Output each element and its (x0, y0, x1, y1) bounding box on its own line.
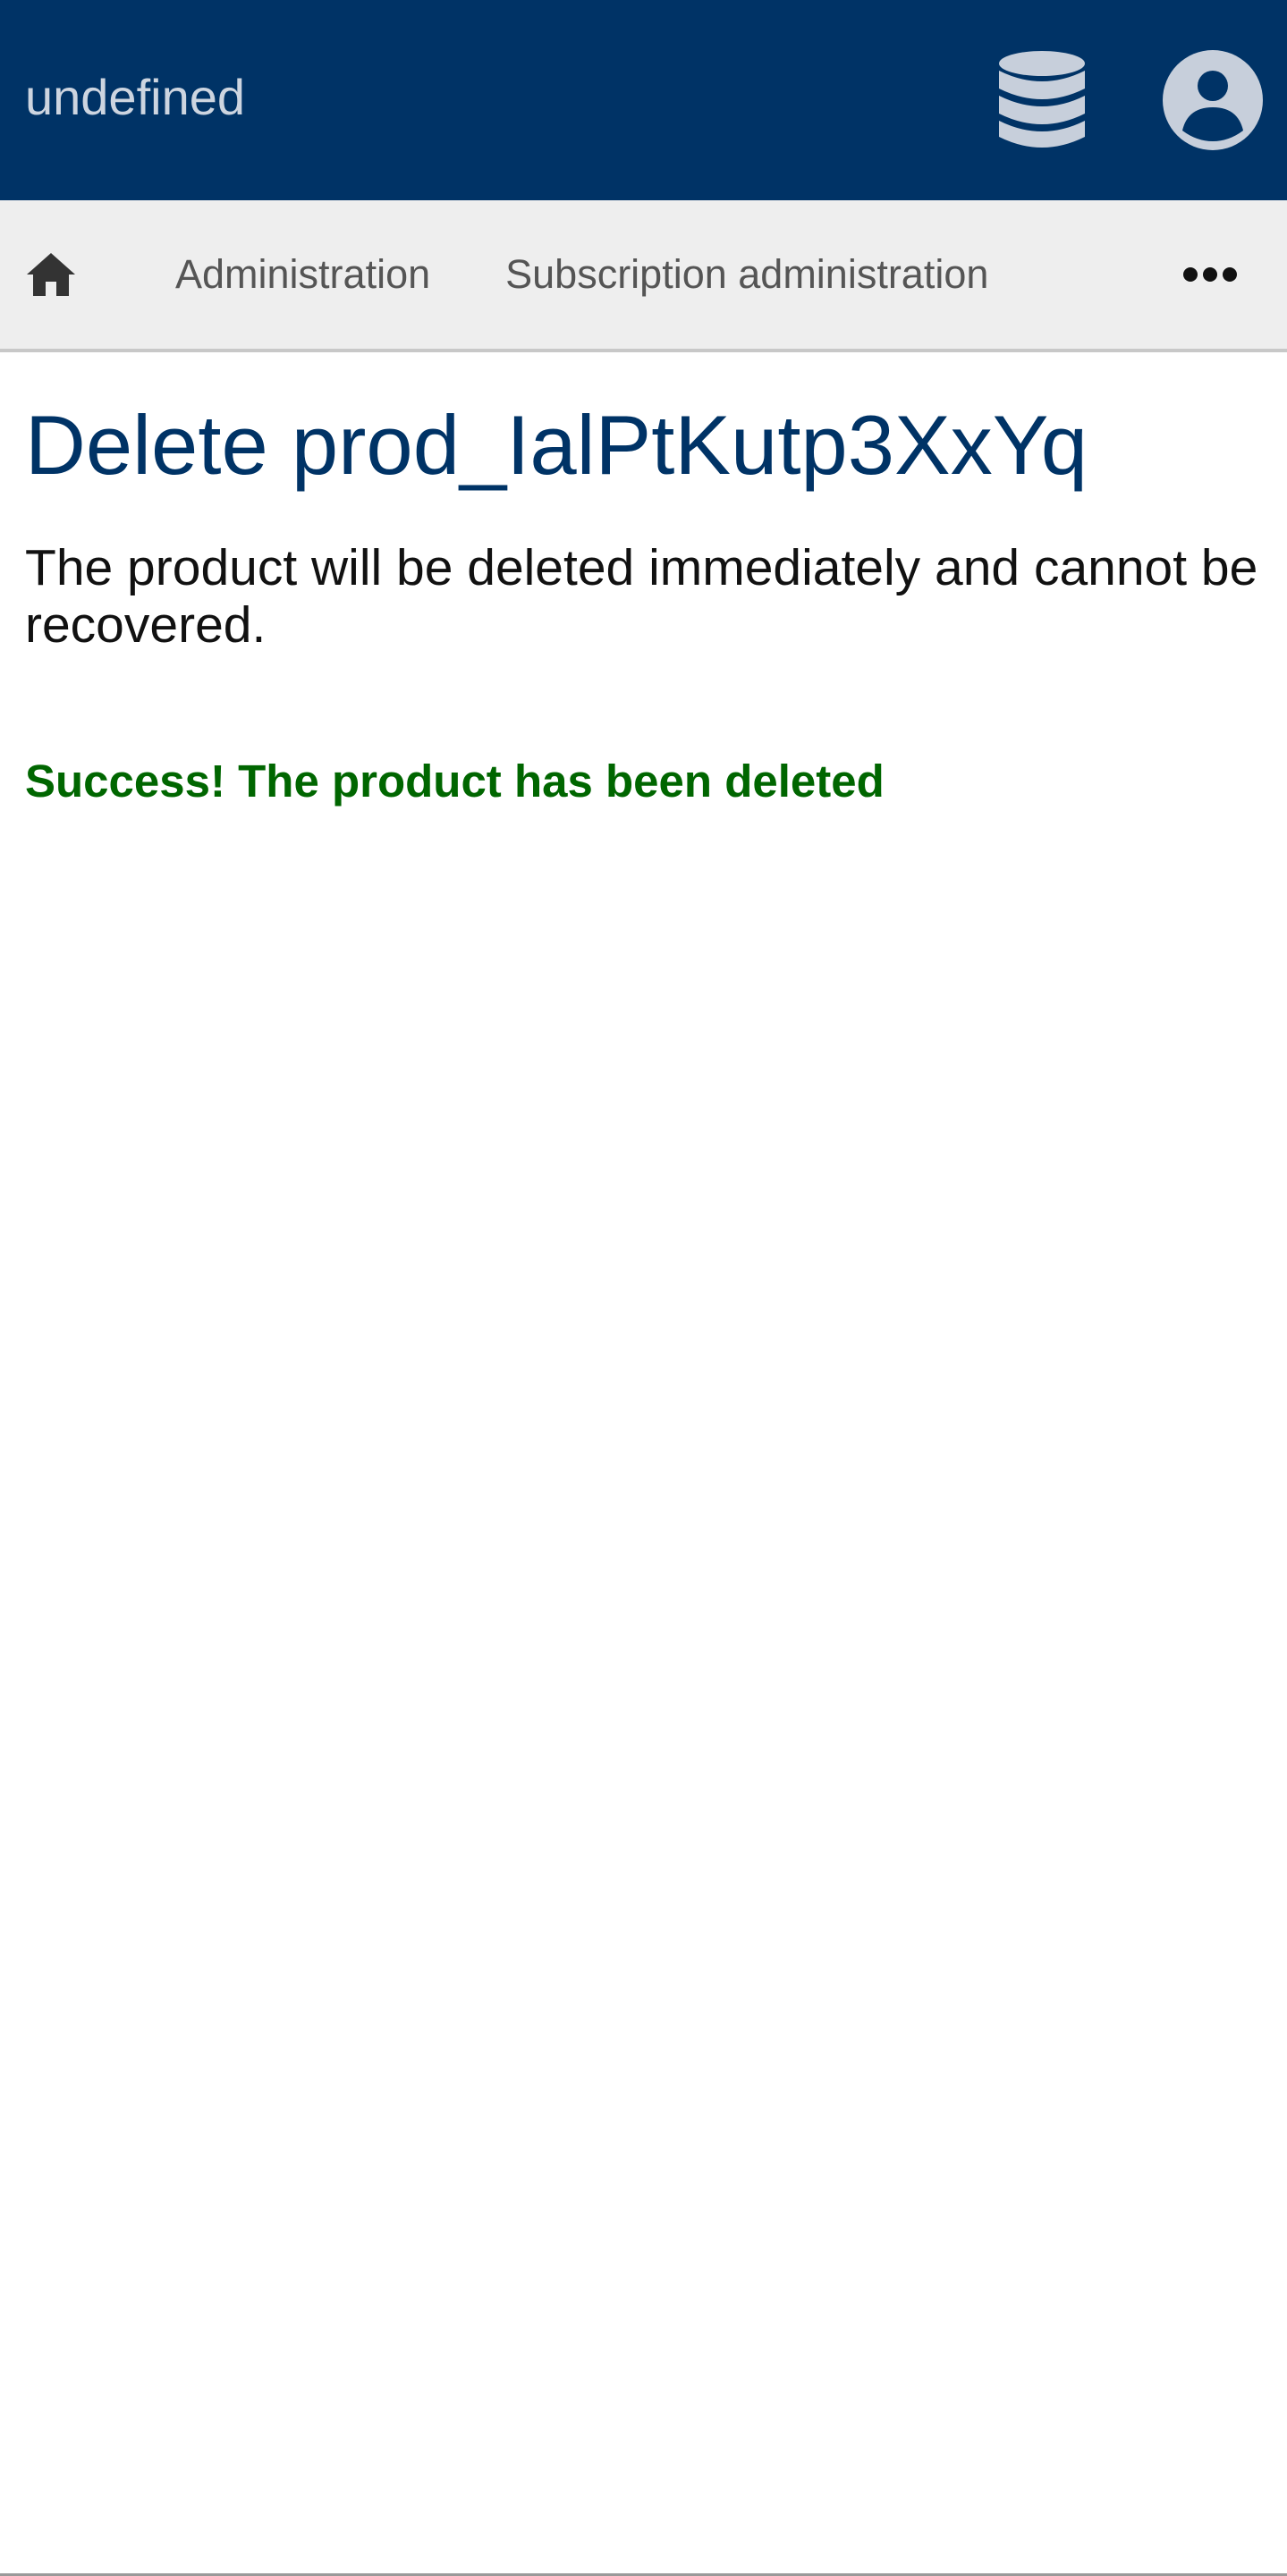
app-title: undefined (25, 68, 246, 125)
delete-warning-text: The product will be deleted immediately … (25, 539, 1258, 654)
top-app-bar: undefined (0, 0, 1287, 200)
breadcrumb-nav: Administration Subscription administrati… (0, 200, 1287, 352)
success-message: Success! The product has been deleted (25, 755, 885, 807)
more-horizontal-icon[interactable] (1181, 264, 1239, 285)
main-content: Delete prod_IalPtKutp3XxYq The product w… (25, 352, 1268, 807)
user-circle-icon[interactable] (1161, 49, 1264, 152)
home-icon[interactable] (25, 251, 77, 298)
nav-link-administration[interactable]: Administration (175, 251, 430, 298)
database-icon[interactable] (993, 46, 1091, 154)
nav-link-subscription-administration[interactable]: Subscription administration (505, 251, 988, 298)
page-title: Delete prod_IalPtKutp3XxYq (25, 398, 1088, 492)
